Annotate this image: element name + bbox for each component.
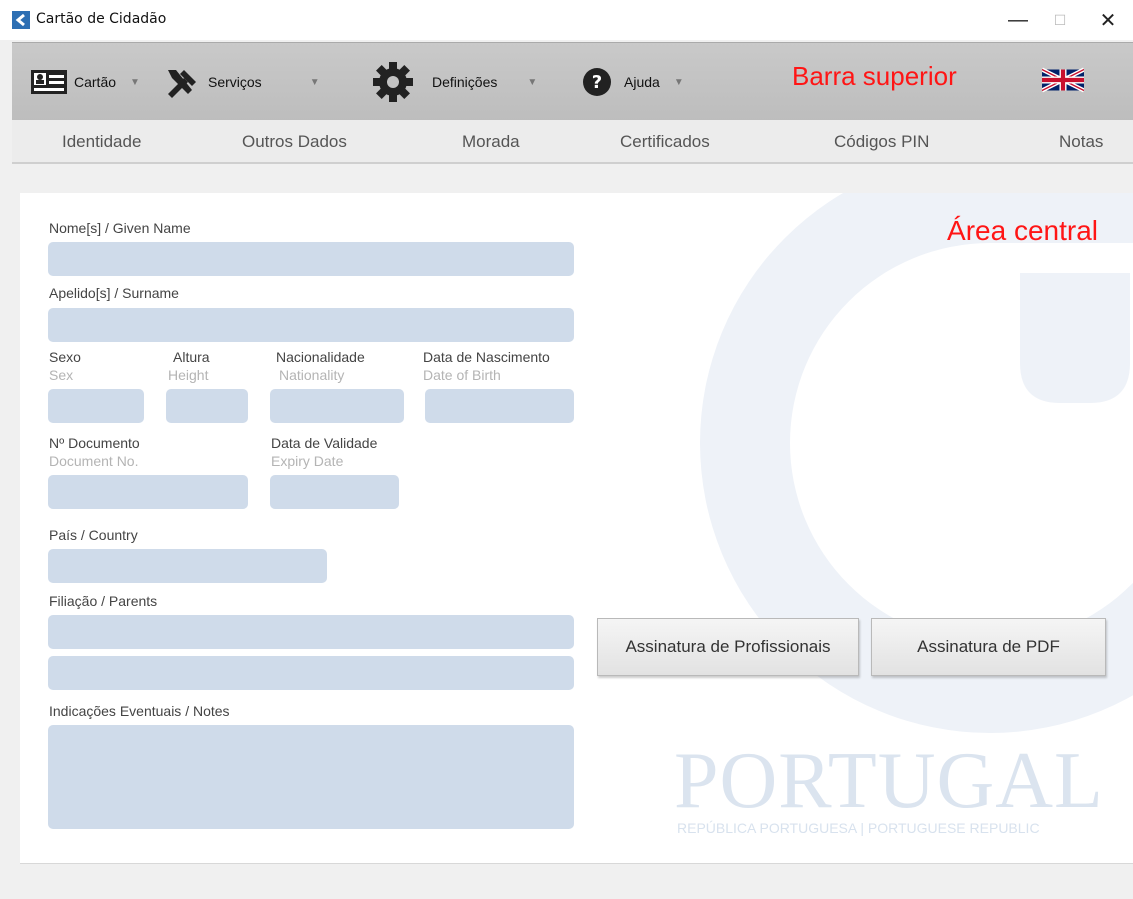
chevron-down-icon: ▼ (527, 76, 538, 88)
pdf-signature-button[interactable]: Assinatura de PDF (871, 618, 1106, 676)
menu-ajuda[interactable]: ? Ajuda ▼ (582, 43, 684, 121)
top-bar-label: Barra superior (792, 61, 957, 91)
republic-watermark: REPÚBLICA PORTUGUESA | PORTUGUESE REPUBL… (677, 820, 1040, 836)
window-title: Cartão de Cidadão (36, 11, 167, 27)
sex-sublabel: Sex (49, 367, 74, 383)
birth-date-field[interactable] (425, 389, 574, 423)
parents-label: Filiação / Parents (49, 593, 158, 609)
central-area-label: Área central (947, 215, 1098, 246)
central-area: Área central Nome[s] / Given Name Apelid… (20, 193, 1133, 864)
tab-morada[interactable]: Morada (462, 132, 520, 152)
minimize-button[interactable]: — (998, 4, 1038, 36)
professional-signature-button[interactable]: Assinatura de Profissionais (597, 618, 859, 676)
uk-flag-icon[interactable] (1042, 65, 1084, 95)
tab-certificados[interactable]: Certificados (620, 132, 710, 152)
expiry-date-field[interactable] (270, 475, 399, 509)
menu-definicoes-label: Definições (432, 74, 498, 90)
gear-icon (373, 62, 413, 102)
height-label: Altura (173, 349, 210, 365)
help-icon: ? (583, 68, 611, 96)
maximize-button[interactable]: ☐ (1040, 4, 1080, 36)
tab-outros-dados[interactable]: Outros Dados (242, 132, 347, 152)
app-logo-icon (12, 11, 30, 29)
parents-field-1[interactable] (48, 615, 574, 649)
height-sublabel: Height (168, 367, 209, 383)
svg-text:?: ? (592, 72, 602, 93)
birth-date-sublabel: Date of Birth (423, 367, 501, 383)
id-card-icon (31, 70, 67, 94)
sex-label: Sexo (49, 349, 81, 365)
tab-bar: Identidade Outros Dados Morada Certifica… (12, 120, 1133, 164)
tab-identidade[interactable]: Identidade (62, 132, 141, 152)
tab-notas[interactable]: Notas (1059, 132, 1103, 152)
chevron-down-icon: ▼ (130, 76, 140, 88)
close-button[interactable]: ✕ (1088, 4, 1128, 36)
sex-field[interactable] (48, 389, 144, 423)
nationality-sublabel: Nationality (279, 367, 345, 383)
notes-label: Indicações Eventuais / Notes (49, 703, 230, 719)
notes-field[interactable] (48, 725, 574, 829)
tools-icon (168, 70, 196, 98)
portugal-watermark: PORTUGAL (674, 737, 1104, 825)
parents-field-2[interactable] (48, 656, 574, 690)
top-bar: Cartão ▼ Serviços ▼ Definições ▼ ? Ajuda… (12, 42, 1133, 123)
given-name-label: Nome[s] / Given Name (49, 220, 191, 236)
chevron-down-icon: ▼ (309, 76, 320, 88)
menu-definicoes[interactable]: Definições ▼ (372, 43, 537, 121)
menu-cartao[interactable]: Cartão ▼ (30, 43, 140, 121)
height-field[interactable] (166, 389, 248, 423)
surname-label: Apelido[s] / Surname (49, 285, 179, 301)
surname-field[interactable] (48, 308, 574, 342)
nationality-field[interactable] (270, 389, 404, 423)
document-no-field[interactable] (48, 475, 248, 509)
document-no-label: Nº Documento (49, 435, 140, 451)
menu-servicos[interactable]: Serviços ▼ (162, 43, 320, 121)
chevron-down-icon: ▼ (673, 76, 684, 88)
country-label: País / Country (49, 527, 138, 543)
nationality-label: Nacionalidade (276, 349, 365, 365)
title-bar: Cartão de Cidadão — ☐ ✕ (0, 0, 1133, 40)
document-no-sublabel: Document No. (49, 453, 139, 469)
given-name-field[interactable] (48, 242, 574, 276)
expiry-date-sublabel: Expiry Date (271, 453, 344, 469)
menu-cartao-label: Cartão (74, 74, 117, 90)
menu-ajuda-label: Ajuda (624, 74, 660, 90)
menu-servicos-label: Serviços (208, 74, 262, 90)
birth-date-label: Data de Nascimento (423, 349, 550, 365)
tab-codigos-pin[interactable]: Códigos PIN (834, 132, 929, 152)
country-field[interactable] (48, 549, 327, 583)
expiry-date-label: Data de Validade (271, 435, 378, 451)
